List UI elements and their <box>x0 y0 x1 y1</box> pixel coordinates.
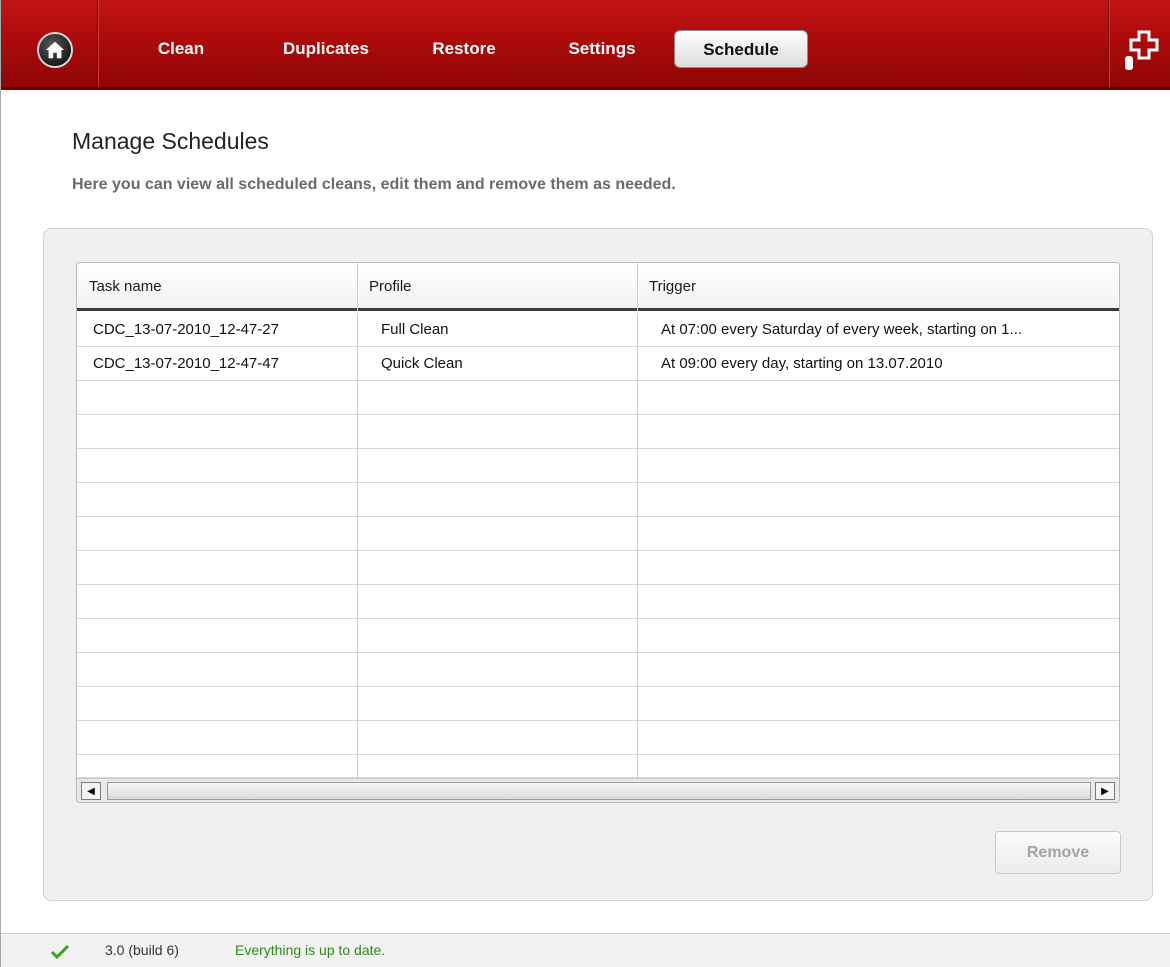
empty-row <box>77 687 1119 721</box>
scroll-right-button[interactable]: ▶ <box>1095 782 1115 800</box>
remove-button[interactable]: Remove <box>995 831 1121 874</box>
nav-divider <box>97 0 98 87</box>
empty-row <box>77 619 1119 653</box>
empty-row <box>77 755 1119 778</box>
cell-trigger: At 07:00 every Saturday of every week, s… <box>661 321 1023 338</box>
column-divider <box>357 313 358 778</box>
cell-trigger: At 09:00 every day, starting on 13.07.20… <box>661 355 943 372</box>
empty-row <box>77 381 1119 415</box>
top-nav-bar: Clean Duplicates Restore Settings Schedu… <box>1 0 1170 90</box>
tab-duplicates[interactable]: Duplicates <box>271 30 381 68</box>
version-label: 3.0 (build 6) <box>105 942 179 958</box>
app-window: Clean Duplicates Restore Settings Schedu… <box>0 0 1170 967</box>
empty-row <box>77 585 1119 619</box>
tab-settings[interactable]: Settings <box>556 30 648 68</box>
cell-task-name: CDC_13-07-2010_12-47-27 <box>93 321 279 338</box>
arrow-left-icon: ◀ <box>87 785 95 797</box>
table-row[interactable]: CDC_13-07-2010_12-47-27 Full Clean At 07… <box>77 313 1119 347</box>
tab-schedule[interactable]: Schedule <box>674 30 808 68</box>
arrow-right-icon: ▶ <box>1101 785 1109 797</box>
checkmark-icon <box>51 945 69 959</box>
column-divider[interactable] <box>637 263 638 311</box>
home-icon <box>45 41 65 59</box>
tab-restore[interactable]: Restore <box>419 30 509 68</box>
empty-row <box>77 551 1119 585</box>
cell-profile: Quick Clean <box>381 355 463 372</box>
table-row[interactable]: CDC_13-07-2010_12-47-47 Quick Clean At 0… <box>77 347 1119 381</box>
column-header-profile[interactable]: Profile <box>357 263 637 311</box>
column-divider <box>637 313 638 778</box>
empty-row <box>77 449 1119 483</box>
empty-row <box>77 721 1119 755</box>
cell-task-name: CDC_13-07-2010_12-47-47 <box>93 355 279 372</box>
table-header: Task name Profile Trigger <box>77 263 1119 311</box>
page-title: Manage Schedules <box>72 128 269 154</box>
nav-divider <box>1108 0 1109 87</box>
scroll-left-button[interactable]: ◀ <box>81 782 101 800</box>
horizontal-scrollbar[interactable]: ◀ ▶ <box>77 778 1119 802</box>
empty-row <box>77 517 1119 551</box>
column-header-task-name[interactable]: Task name <box>77 263 357 311</box>
empty-row <box>77 415 1119 449</box>
tab-clean[interactable]: Clean <box>151 30 211 68</box>
column-divider[interactable] <box>357 263 358 311</box>
status-bar: 3.0 (build 6) Everything is up to date. <box>1 933 1170 967</box>
update-status-text: Everything is up to date. <box>235 942 386 958</box>
empty-row <box>77 653 1119 687</box>
schedules-table: Task name Profile Trigger CDC_13-07-2010… <box>76 262 1120 803</box>
cell-profile: Full Clean <box>381 321 449 338</box>
puzzle-logo-icon <box>1125 30 1159 70</box>
empty-row <box>77 483 1119 517</box>
column-header-trigger[interactable]: Trigger <box>637 263 1119 311</box>
scrollbar-thumb[interactable] <box>107 782 1091 800</box>
page-subtitle: Here you can view all scheduled cleans, … <box>72 176 676 193</box>
home-button[interactable] <box>37 32 73 68</box>
